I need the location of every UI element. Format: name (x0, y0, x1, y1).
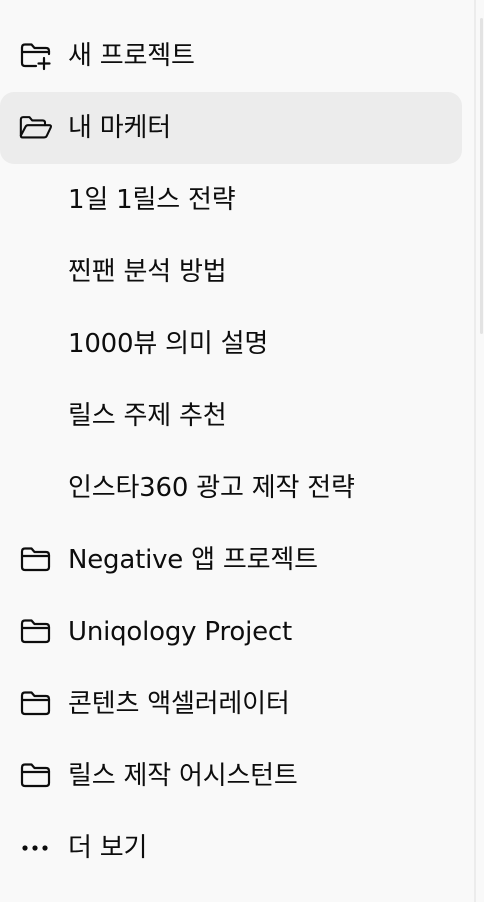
chat-item[interactable]: 릴스 주제 추천 (0, 380, 462, 452)
project-sidebar: 새 프로젝트 내 마케터 1일 1릴스 전략 찐팬 분석 방법 1000뷰 의미… (0, 0, 474, 902)
project-item-content-accelerator[interactable]: 콘텐츠 액셀러레이터 (0, 668, 462, 740)
chat-label: 찐팬 분석 방법 (68, 257, 227, 287)
more-button[interactable]: 더 보기 (0, 812, 462, 884)
chat-label: 1일 1릴스 전략 (68, 185, 236, 215)
ellipsis-icon (18, 834, 54, 862)
chat-item[interactable]: 찐팬 분석 방법 (0, 236, 462, 308)
project-item-negative-app[interactable]: Negative 앱 프로젝트 (0, 524, 462, 596)
new-project-label: 새 프로젝트 (68, 41, 195, 71)
folder-icon (18, 618, 54, 646)
chat-label: 인스타360 광고 제작 전략 (68, 473, 355, 503)
project-label: 콘텐츠 액셀러레이터 (68, 689, 290, 719)
folder-icon (18, 546, 54, 574)
folder-open-icon (18, 114, 54, 142)
project-item-uniqology[interactable]: Uniqology Project (0, 596, 462, 668)
folder-plus-icon (18, 42, 54, 71)
folder-icon (18, 690, 54, 718)
project-label: 릴스 제작 어시스턴트 (68, 761, 298, 791)
project-item-my-marketer[interactable]: 내 마케터 (0, 92, 462, 164)
project-label: Negative 앱 프로젝트 (68, 545, 318, 575)
project-item-reels-assistant[interactable]: 릴스 제작 어시스턴트 (0, 740, 462, 812)
chat-label: 1000뷰 의미 설명 (68, 329, 269, 359)
new-project-button[interactable]: 새 프로젝트 (0, 20, 462, 92)
project-label: 내 마케터 (68, 113, 171, 143)
chat-item[interactable]: 1000뷰 의미 설명 (0, 308, 462, 380)
chat-label: 릴스 주제 추천 (68, 401, 227, 431)
folder-icon (18, 762, 54, 790)
more-label: 더 보기 (68, 833, 148, 863)
chat-item[interactable]: 1일 1릴스 전략 (0, 164, 462, 236)
chat-item[interactable]: 인스타360 광고 제작 전략 (0, 452, 462, 524)
sidebar-border (474, 0, 476, 902)
scrollbar-thumb[interactable] (480, 18, 483, 334)
project-label: Uniqology Project (68, 617, 292, 647)
